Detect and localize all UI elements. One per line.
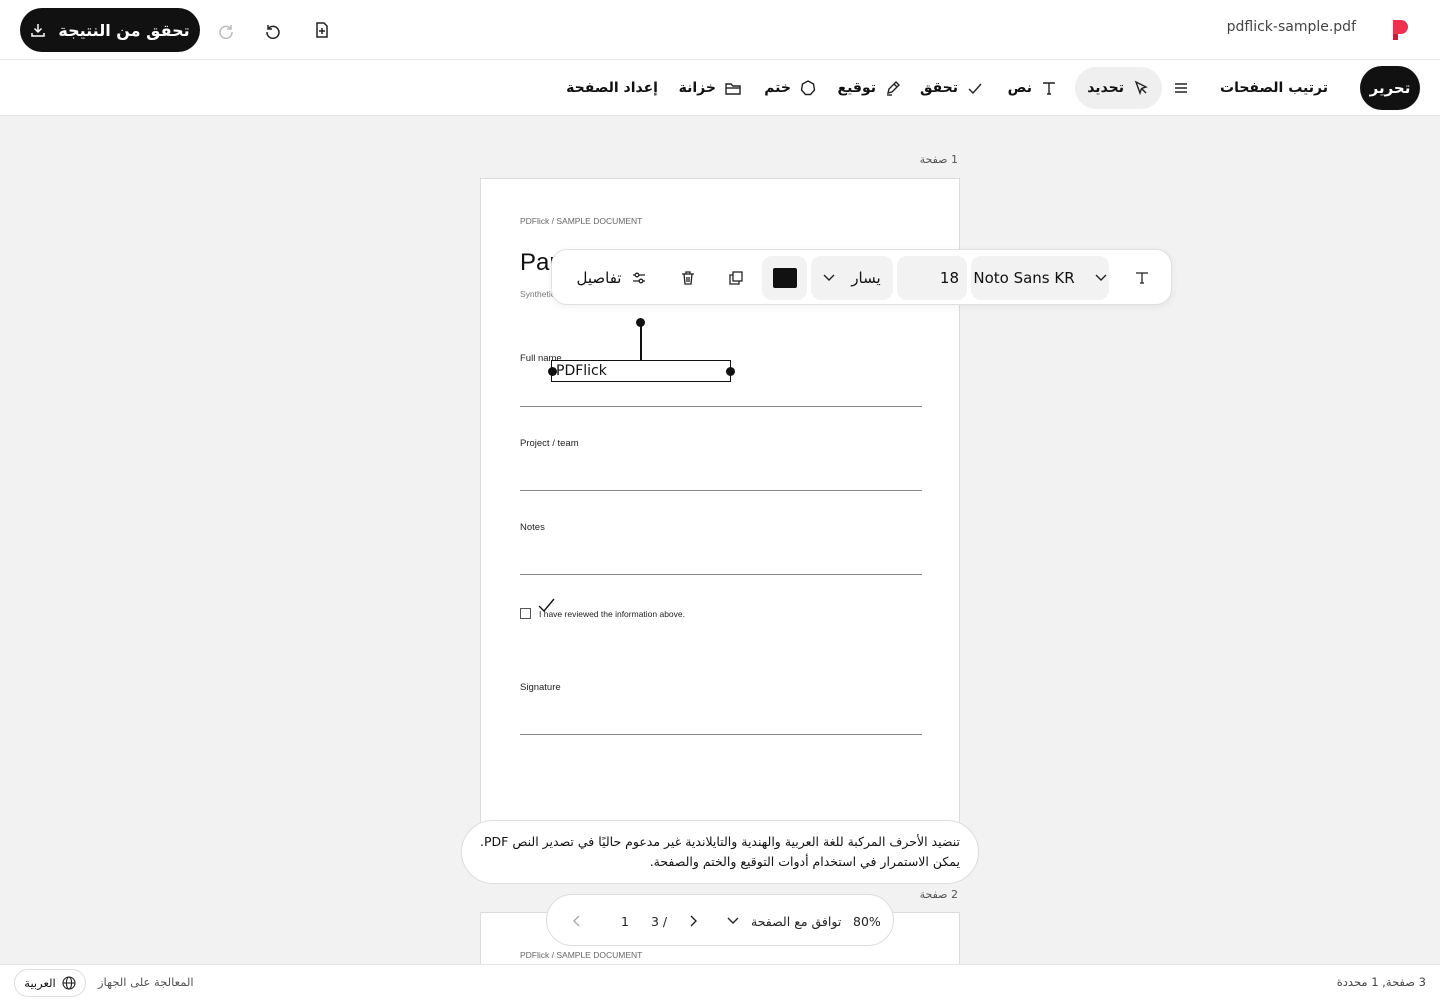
pointer-icon bbox=[1134, 80, 1148, 96]
page-2-label: 2 صفحة bbox=[919, 888, 958, 901]
details-label: تفاصيل bbox=[576, 269, 622, 287]
prev-page-button[interactable] bbox=[567, 895, 587, 947]
menu-icon bbox=[1175, 83, 1187, 93]
selected-text-box[interactable]: PDFlick bbox=[551, 360, 731, 382]
page-navigator: 1 3 / توافق مع الصفحة 80% bbox=[546, 894, 894, 946]
total-pages: 3 / bbox=[651, 913, 668, 929]
doc-header: PDFlick / SAMPLE DOCUMENT bbox=[520, 216, 643, 226]
chevron-down-icon bbox=[727, 917, 739, 924]
font-size-input[interactable]: 18 bbox=[897, 256, 967, 300]
tab-edit[interactable]: تحرير bbox=[1360, 66, 1420, 110]
undo-button[interactable] bbox=[261, 18, 285, 42]
undo-icon bbox=[266, 25, 280, 39]
file-name: pdflick-sample.pdf bbox=[1226, 19, 1356, 35]
page-count-status: 3 صفحة, 1 محددة bbox=[1336, 975, 1426, 989]
on-device-processing: المعالجة على الجهاز bbox=[98, 975, 194, 989]
page-1-label: 1 صفحة bbox=[919, 153, 958, 166]
verify-tool[interactable]: تحقق bbox=[908, 67, 996, 109]
add-file-icon bbox=[316, 22, 328, 38]
top-bar: pdflick-sample.pdf تحقق من النتيجة bbox=[0, 0, 1440, 60]
storage-tool[interactable]: خزانة bbox=[667, 67, 754, 109]
text-style-button[interactable] bbox=[1128, 256, 1156, 300]
text-tool[interactable]: نص bbox=[996, 67, 1070, 109]
stamp-icon bbox=[800, 80, 816, 96]
text-icon bbox=[1136, 272, 1148, 284]
text-format-toolbar: Noto Sans KR 18 يسار تفاصيل bbox=[551, 249, 1172, 305]
text-tool-label: نص bbox=[1007, 80, 1032, 96]
chevron-down-icon bbox=[823, 274, 835, 281]
font-family-select[interactable]: Noto Sans KR bbox=[971, 256, 1109, 300]
fit-mode-label: توافق مع الصفحة bbox=[751, 913, 842, 929]
font-family-value: Noto Sans KR bbox=[973, 269, 1075, 287]
add-file-button[interactable] bbox=[310, 18, 334, 42]
details-button[interactable]: تفاصيل bbox=[568, 256, 656, 300]
globe-icon bbox=[62, 976, 76, 990]
sliders-icon bbox=[633, 272, 646, 284]
sign-tool-label: توقيع bbox=[837, 80, 876, 96]
page-setup-label: إعداد الصفحة bbox=[566, 80, 658, 96]
export-result-button[interactable]: تحقق من النتيجة bbox=[20, 8, 200, 52]
storage-tool-label: خزانة bbox=[678, 80, 716, 96]
brand-logo-icon[interactable] bbox=[1390, 18, 1410, 42]
main-toolbar: تحرير ترتيب الصفحات تحديد نص تحقق توقيع bbox=[0, 60, 1440, 116]
rotate-handle-line bbox=[640, 322, 642, 360]
text-color-swatch bbox=[772, 268, 797, 288]
selected-text[interactable]: PDFlick bbox=[556, 363, 607, 379]
delete-button[interactable] bbox=[674, 256, 702, 300]
doc-header: PDFlick / SAMPLE DOCUMENT bbox=[520, 950, 643, 960]
folder-icon bbox=[725, 83, 741, 95]
export-result-label: تحقق من النتيجة bbox=[58, 20, 190, 40]
notice-line-1: تنضيد الأحرف المركبة للغة العربية والهند… bbox=[480, 834, 960, 849]
field-line-project[interactable] bbox=[520, 490, 922, 491]
redo-icon bbox=[219, 25, 233, 39]
duplicate-button[interactable] bbox=[722, 256, 750, 300]
next-page-button[interactable] bbox=[685, 895, 701, 947]
verify-tool-label: تحقق bbox=[919, 80, 958, 96]
trash-icon bbox=[682, 271, 694, 285]
redo-button[interactable] bbox=[214, 18, 238, 42]
resize-handle-right[interactable] bbox=[726, 367, 735, 376]
field-line-signature[interactable] bbox=[520, 734, 922, 735]
select-tool[interactable]: تحديد bbox=[1075, 67, 1162, 109]
text-align-select[interactable]: يسار bbox=[811, 256, 893, 300]
text-align-value: يسار bbox=[851, 269, 881, 287]
field-label-project: Project / team bbox=[520, 438, 579, 449]
review-checkbox-label: I have reviewed the information above. bbox=[539, 609, 686, 619]
chevron-right-icon bbox=[690, 915, 697, 927]
download-icon bbox=[31, 24, 46, 37]
field-label-notes: Notes bbox=[520, 522, 545, 533]
sign-tool[interactable]: توقيع bbox=[826, 67, 914, 109]
field-line-notes[interactable] bbox=[520, 574, 922, 575]
field-label-signature: Signature bbox=[520, 682, 561, 693]
stamp-tool[interactable]: ختم bbox=[752, 67, 829, 109]
arrange-pages-label: ترتيب الصفحات bbox=[1220, 80, 1328, 96]
field-line-full-name[interactable] bbox=[520, 406, 922, 407]
text-icon bbox=[1043, 82, 1055, 95]
notice-line-2: يمكن الاستمرار في استخدام أدوات التوقيع … bbox=[649, 854, 960, 869]
stamp-tool-label: ختم bbox=[764, 80, 791, 96]
resize-handle-left[interactable] bbox=[548, 367, 557, 376]
fit-mode-select[interactable]: توافق مع الصفحة bbox=[727, 895, 841, 947]
text-color-button[interactable] bbox=[762, 256, 807, 300]
pen-icon bbox=[887, 81, 900, 96]
doc-subtitle: Synthetic bbox=[520, 289, 555, 299]
chevron-down-icon bbox=[1095, 274, 1107, 281]
page-setup-tool[interactable]: إعداد الصفحة bbox=[554, 67, 670, 109]
select-tool-label: تحديد bbox=[1087, 80, 1124, 96]
review-checkbox[interactable] bbox=[520, 608, 531, 619]
tab-arrange-pages[interactable]: ترتيب الصفحات bbox=[1208, 67, 1340, 109]
font-support-notice: تنضيد الأحرف المركبة للغة العربية والهند… bbox=[461, 820, 979, 884]
check-icon bbox=[968, 83, 982, 95]
chevron-left-icon bbox=[573, 915, 580, 927]
language-select[interactable]: العربية bbox=[14, 969, 86, 997]
rotate-handle[interactable] bbox=[636, 318, 645, 327]
status-bar: 3 صفحة, 1 محددة المعالجة على الجهاز العر… bbox=[0, 964, 1440, 1000]
language-label: العربية bbox=[24, 976, 56, 990]
copy-icon bbox=[729, 271, 743, 285]
menu-button[interactable] bbox=[1160, 67, 1202, 109]
current-page-input[interactable]: 1 bbox=[617, 895, 633, 947]
zoom-level[interactable]: 80% bbox=[853, 895, 881, 947]
font-size-value: 18 bbox=[939, 269, 959, 287]
